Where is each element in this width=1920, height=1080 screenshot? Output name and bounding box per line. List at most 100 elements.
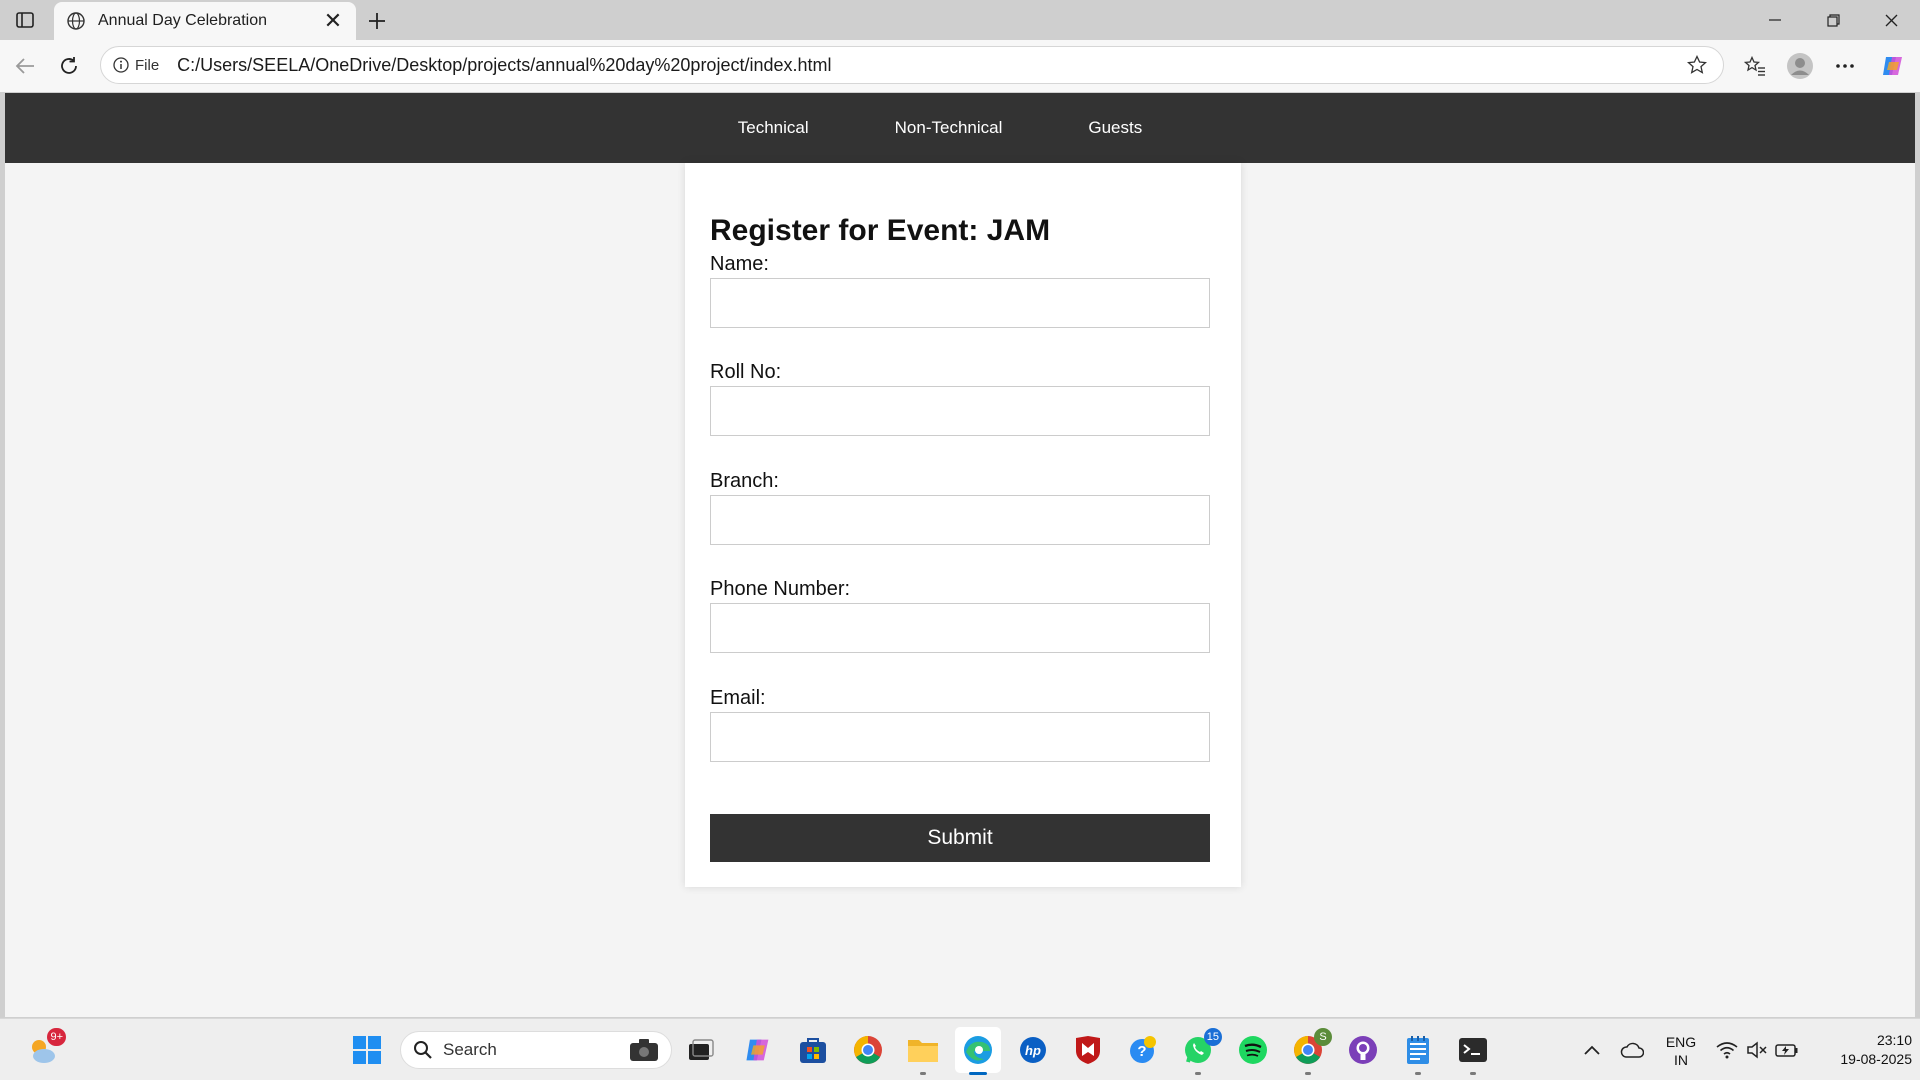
taskbar-whatsapp[interactable]: 15: [1180, 1028, 1222, 1075]
roll-no-label: Roll No:: [710, 361, 782, 383]
branch-field-group: Branch:: [710, 469, 1210, 545]
registration-form-card: Register for Event: JAM Name: Roll No: B…: [685, 163, 1241, 887]
clock-time: 23:10: [1876, 1032, 1912, 1048]
tab-actions-icon: [16, 12, 34, 28]
back-button[interactable]: [8, 49, 42, 83]
site-info-chip[interactable]: File: [113, 57, 159, 74]
language-code: ENG: [1665, 1034, 1697, 1050]
roll-no-field-group: Roll No:: [710, 360, 1210, 436]
taskbar-terminal[interactable]: [1455, 1032, 1491, 1075]
svg-text:?: ?: [1137, 1043, 1146, 1060]
wifi-button[interactable]: [1712, 1032, 1742, 1068]
notepad-icon: [1407, 1036, 1429, 1064]
form-title: Register for Event: JAM: [710, 214, 1051, 247]
taskbar-mcafee[interactable]: [1070, 1032, 1106, 1068]
back-arrow-icon: [15, 58, 34, 74]
clock-date: 19-08-2025: [1840, 1051, 1912, 1067]
taskbar-chrome[interactable]: [850, 1032, 886, 1068]
running-indicator: [1415, 1072, 1421, 1075]
window-controls: [1746, 0, 1920, 40]
close-window-button[interactable]: [1862, 0, 1920, 40]
windows-icon: [353, 1036, 381, 1064]
new-tab-button[interactable]: [362, 6, 392, 36]
taskbar-help[interactable]: ?: [1125, 1032, 1161, 1068]
phone-input[interactable]: [710, 603, 1210, 653]
page-viewport: Technical Non-Technical Guests Register …: [5, 93, 1915, 1017]
task-view-icon: [689, 1039, 714, 1060]
taskbar: 9+ Search hp ? 15 S ENG IN 23:10 19-08-2…: [0, 1018, 1920, 1080]
weather-badge: 9+: [47, 1028, 66, 1046]
restore-button[interactable]: [1804, 0, 1862, 40]
camera-icon: [630, 1039, 658, 1061]
profile-button[interactable]: [1783, 49, 1817, 83]
chevron-up-icon: [1584, 1045, 1600, 1055]
settings-more-button[interactable]: [1828, 49, 1862, 83]
help-icon: ?: [1130, 1036, 1156, 1063]
taskbar-chrome-profile[interactable]: S: [1290, 1028, 1332, 1075]
wifi-icon: [1716, 1042, 1738, 1059]
taskbar-edge[interactable]: [955, 1027, 1001, 1075]
email-field-group: Email:: [710, 686, 1210, 762]
tab-close-button[interactable]: ✕: [320, 8, 346, 34]
input-language[interactable]: ENG IN: [1660, 1033, 1702, 1069]
info-icon: [113, 57, 129, 73]
url-text[interactable]: C:/Users/SEELA/OneDrive/Desktop/projects…: [177, 55, 1683, 76]
reload-button[interactable]: [52, 49, 86, 83]
branch-input[interactable]: [710, 495, 1210, 545]
copilot-icon: [746, 1039, 769, 1061]
nav-link-guests[interactable]: Guests: [1052, 118, 1142, 138]
close-icon: [1885, 14, 1897, 26]
name-input[interactable]: [710, 278, 1210, 328]
show-hidden-icons-button[interactable]: [1574, 1032, 1610, 1068]
onedrive-button[interactable]: [1614, 1032, 1650, 1068]
favorite-button[interactable]: [1683, 51, 1711, 79]
terminal-icon: [1459, 1038, 1487, 1062]
copilot-button[interactable]: [1876, 49, 1910, 83]
mcafee-icon: [1076, 1036, 1100, 1064]
spotify-icon: [1239, 1036, 1267, 1064]
browser-tab-active[interactable]: Annual Day Celebration ✕: [54, 2, 356, 40]
active-indicator: [969, 1072, 987, 1075]
star-icon: [1687, 55, 1707, 74]
start-button[interactable]: [349, 1032, 385, 1068]
github-icon: [1349, 1036, 1377, 1064]
taskbar-search[interactable]: Search: [400, 1031, 672, 1069]
site-navbar: Technical Non-Technical Guests: [5, 93, 1915, 163]
clock[interactable]: 23:10 19-08-2025: [1812, 1031, 1912, 1069]
volume-button[interactable]: [1742, 1032, 1772, 1068]
taskbar-file-explorer[interactable]: [905, 1032, 941, 1075]
taskbar-notepad[interactable]: [1400, 1032, 1436, 1075]
battery-button[interactable]: [1772, 1032, 1802, 1068]
tab-actions-button[interactable]: [10, 7, 40, 33]
cloud-icon: [1620, 1042, 1644, 1058]
email-label: Email:: [710, 687, 766, 709]
taskbar-spotify[interactable]: [1235, 1032, 1271, 1068]
taskbar-store[interactable]: [795, 1032, 831, 1068]
reload-icon: [61, 57, 77, 74]
volume-muted-icon: [1747, 1041, 1767, 1059]
chrome-profile-badge: S: [1314, 1028, 1332, 1046]
email-input[interactable]: [710, 712, 1210, 762]
roll-no-input[interactable]: [710, 386, 1210, 436]
submit-button[interactable]: Submit: [710, 814, 1210, 862]
taskbar-github[interactable]: [1345, 1032, 1381, 1068]
task-view-button[interactable]: [683, 1032, 719, 1068]
branch-label: Branch:: [710, 470, 779, 492]
taskbar-copilot[interactable]: [740, 1032, 776, 1068]
browser-toolbar: File C:/Users/SEELA/OneDrive/Desktop/pro…: [0, 40, 1920, 92]
hp-icon: hp: [1020, 1037, 1046, 1063]
minimize-button[interactable]: [1746, 0, 1804, 40]
favorites-button[interactable]: [1738, 49, 1772, 83]
browser-tabstrip: Annual Day Celebration ✕: [0, 0, 1920, 40]
nav-link-non-technical[interactable]: Non-Technical: [859, 118, 1003, 138]
taskbar-hp[interactable]: hp: [1015, 1032, 1051, 1068]
address-bar[interactable]: File C:/Users/SEELA/OneDrive/Desktop/pro…: [100, 46, 1724, 84]
search-placeholder: Search: [443, 1040, 497, 1059]
running-indicator: [1305, 1072, 1311, 1075]
phone-field-group: Phone Number:: [710, 577, 1210, 653]
search-icon: [414, 1041, 432, 1059]
store-icon: [800, 1038, 826, 1063]
weather-widget[interactable]: 9+: [24, 1028, 66, 1068]
nav-link-technical[interactable]: Technical: [738, 118, 809, 138]
copilot-icon: [1883, 57, 1902, 75]
